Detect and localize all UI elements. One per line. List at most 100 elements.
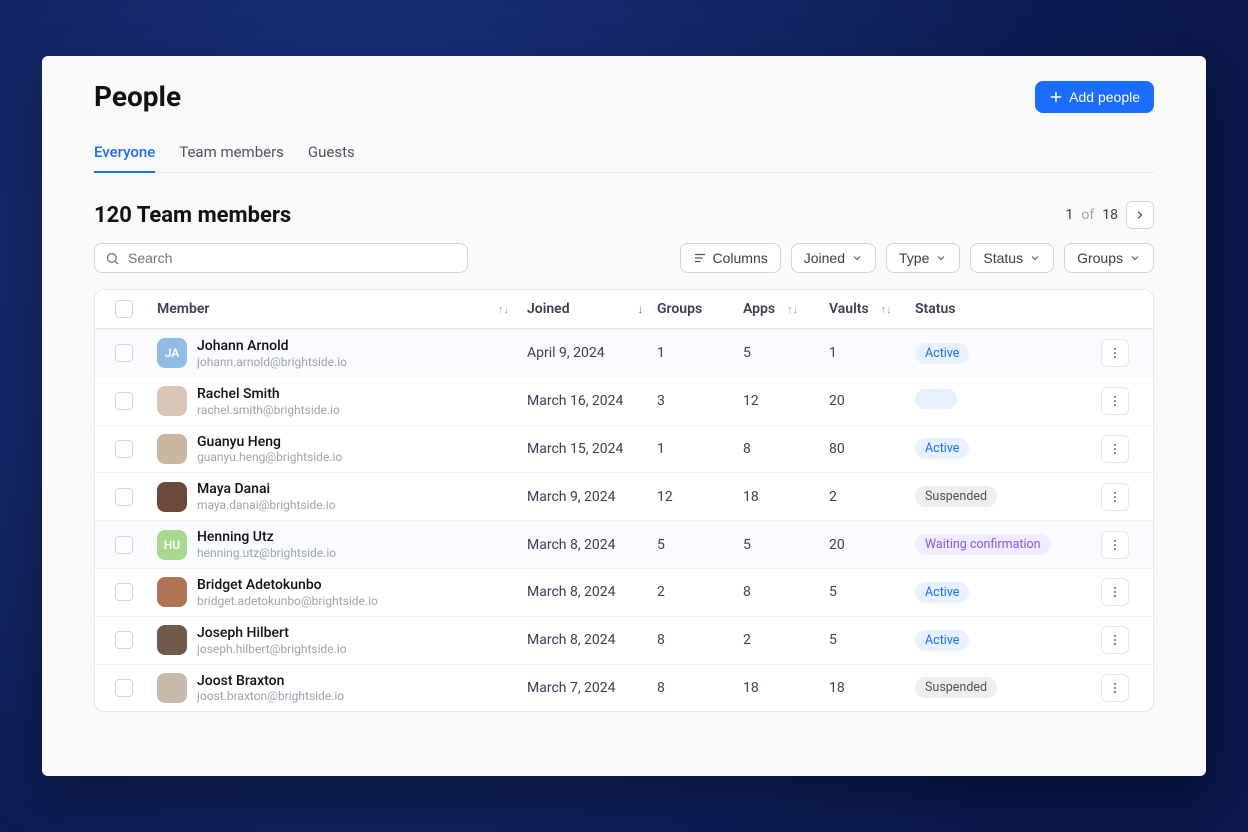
col-vaults[interactable]: Vaults ↑↓ [829,301,915,317]
avatar [157,482,187,512]
member-email: rachel.smith@brightside.io [197,403,340,417]
search-input[interactable] [128,250,457,266]
filters: Columns Joined Type Status Groups [680,243,1155,273]
vaults-cell: 1 [829,345,915,361]
member-cell: Maya Danai maya.danai@brightside.io [157,481,527,512]
columns-label: Columns [713,250,768,266]
row-actions-button[interactable] [1101,578,1129,606]
plus-icon [1049,90,1063,104]
table-body: JA Johann Arnold johann.arnold@brightsid… [95,329,1153,711]
apps-cell: 5 [743,345,829,361]
avatar [157,625,187,655]
row-checkbox[interactable] [115,583,133,601]
col-member[interactable]: Member ↑↓ [157,301,527,317]
groups-cell: 3 [657,393,743,409]
vaults-cell: 5 [829,584,915,600]
status-cell: Active [915,343,1075,364]
row-checkbox[interactable] [115,392,133,410]
row-checkbox[interactable] [115,679,133,697]
chevron-right-icon [1134,209,1146,221]
tab-team-members[interactable]: Team members [179,135,284,172]
row-checkbox[interactable] [115,440,133,458]
row-actions-button[interactable] [1101,531,1129,559]
row-actions-button[interactable] [1101,339,1129,367]
status-cell: Active [915,582,1075,603]
status-badge: Suspended [915,486,997,507]
filter-type[interactable]: Type [886,243,960,273]
status-badge: Active [915,630,969,651]
table-row: JA Johann Arnold johann.arnold@brightsid… [95,329,1153,377]
table-row: Joost Braxton joost.braxton@brightside.i… [95,664,1153,712]
col-groups[interactable]: Groups [657,301,743,317]
add-people-button[interactable]: Add people [1035,81,1154,113]
status-cell: Waiting confirmation [915,534,1075,555]
apps-cell: 2 [743,632,829,648]
page-title: People [94,80,181,113]
status-cell: Active [915,438,1075,459]
columns-button[interactable]: Columns [680,243,781,273]
row-checkbox[interactable] [115,536,133,554]
more-vertical-icon [1108,633,1122,647]
col-joined[interactable]: Joined ↓ [527,301,657,317]
col-apps[interactable]: Apps ↑↓ [743,301,829,317]
columns-icon [693,251,707,265]
apps-cell: 18 [743,489,829,505]
status-badge: Active [915,343,969,364]
member-name: Henning Utz [197,529,336,546]
add-people-label: Add people [1069,89,1140,105]
member-email: joseph.hilbert@brightside.io [197,642,347,656]
tab-everyone[interactable]: Everyone [94,135,155,173]
member-name: Joost Braxton [197,673,344,690]
row-checkbox[interactable] [115,344,133,362]
apps-cell: 5 [743,537,829,553]
member-email: henning.utz@brightside.io [197,546,336,560]
joined-cell: March 8, 2024 [527,584,657,600]
apps-cell: 8 [743,584,829,600]
member-name: Guanyu Heng [197,434,342,451]
avatar [157,673,187,703]
status-badge: Active [915,438,969,459]
col-apps-label: Apps [743,301,775,317]
more-vertical-icon [1108,442,1122,456]
page-of: of [1081,207,1094,223]
chevron-down-icon [935,252,947,264]
filter-joined-label: Joined [804,250,845,266]
row-checkbox[interactable] [115,488,133,506]
filter-status[interactable]: Status [970,243,1054,273]
member-cell: Joost Braxton joost.braxton@brightside.i… [157,673,527,704]
filter-status-label: Status [983,250,1023,266]
filter-joined[interactable]: Joined [791,243,876,273]
member-cell: Rachel Smith rachel.smith@brightside.io [157,386,527,417]
more-vertical-icon [1108,346,1122,360]
member-email: bridget.adetokunbo@brightside.io [197,594,378,608]
filter-groups[interactable]: Groups [1064,243,1154,273]
page-total: 18 [1102,207,1118,223]
page-current: 1 [1066,207,1074,223]
avatar [157,386,187,416]
row-actions-button[interactable] [1101,626,1129,654]
chevron-down-icon [1129,252,1141,264]
row-actions-button[interactable] [1101,387,1129,415]
row-checkbox[interactable] [115,631,133,649]
count-title: 120 Team members [94,203,291,228]
col-status[interactable]: Status [915,301,1075,317]
members-table: Member ↑↓ Joined ↓ Groups Apps ↑↓ Vaults… [94,289,1154,712]
groups-cell: 8 [657,680,743,696]
vaults-cell: 2 [829,489,915,505]
search-box[interactable] [94,243,468,273]
table-row: Rachel Smith rachel.smith@brightside.io … [95,377,1153,425]
member-email: joost.braxton@brightside.io [197,689,344,703]
member-cell: Guanyu Heng guanyu.heng@brightside.io [157,434,527,465]
select-all-checkbox[interactable] [115,300,133,318]
tab-guests[interactable]: Guests [308,135,355,172]
member-cell: Bridget Adetokunbo bridget.adetokunbo@br… [157,577,527,608]
table-row: Bridget Adetokunbo bridget.adetokunbo@br… [95,568,1153,616]
member-email: johann.arnold@brightside.io [197,355,347,369]
row-actions-button[interactable] [1101,674,1129,702]
row-actions-button[interactable] [1101,483,1129,511]
page-next-button[interactable] [1126,201,1154,229]
joined-cell: March 8, 2024 [527,632,657,648]
joined-cell: April 9, 2024 [527,345,657,361]
member-email: guanyu.heng@brightside.io [197,450,342,464]
row-actions-button[interactable] [1101,435,1129,463]
